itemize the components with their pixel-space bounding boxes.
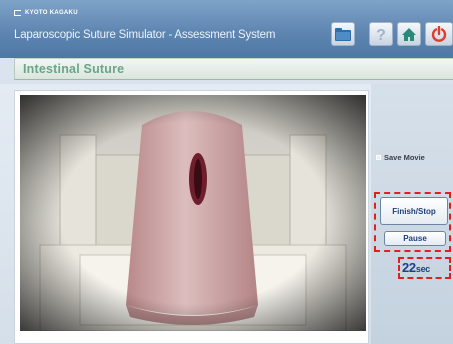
save-movie-checkbox[interactable] xyxy=(376,155,381,160)
timer-value: 22 xyxy=(402,260,416,275)
finish-stop-button[interactable]: Finish/Stop xyxy=(380,197,448,225)
app-title: Laparoscopic Suture Simulator - Assessme… xyxy=(14,29,276,41)
help-icon: ? xyxy=(376,27,386,42)
elapsed-timer: 22sec xyxy=(402,260,430,275)
camera-feed xyxy=(20,95,366,331)
brand-name: KYOTO KAGAKU xyxy=(25,10,78,16)
camera-feed-image xyxy=(20,95,366,331)
home-button[interactable] xyxy=(397,22,421,46)
save-movie-option[interactable]: Save Movie xyxy=(376,153,425,162)
folder-icon xyxy=(335,27,351,41)
help-button[interactable]: ? xyxy=(369,22,393,46)
power-button[interactable] xyxy=(425,22,453,46)
brand: KYOTO KAGAKU xyxy=(14,10,78,16)
section-title: Intestinal Suture xyxy=(23,62,125,76)
save-movie-label: Save Movie xyxy=(384,153,425,162)
brand-logo-icon xyxy=(14,10,21,16)
app-window: KYOTO KAGAKU Laparoscopic Suture Simulat… xyxy=(0,0,453,344)
folder-button[interactable] xyxy=(331,22,355,46)
home-icon xyxy=(402,27,416,41)
svg-text:?: ? xyxy=(376,27,386,42)
header-bar: KYOTO KAGAKU Laparoscopic Suture Simulat… xyxy=(0,0,453,58)
timer-unit: sec xyxy=(415,264,430,274)
section-bar: Intestinal Suture xyxy=(14,58,453,80)
pause-button[interactable]: Pause xyxy=(384,231,446,246)
power-icon xyxy=(431,26,447,42)
